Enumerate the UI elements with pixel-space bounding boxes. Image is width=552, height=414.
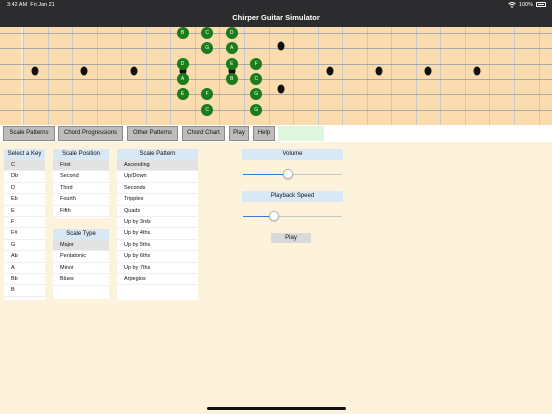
note-marker[interactable]: G	[250, 88, 263, 101]
list-item[interactable]: F#	[4, 228, 45, 240]
string-line	[0, 94, 552, 96]
list-item[interactable]: Db	[4, 171, 45, 183]
key-panel: Select a Key C Db D Eb E F F# G Ab A Bb B	[4, 149, 45, 300]
scale-patterns-button[interactable]: Scale Patterns	[3, 126, 55, 141]
string-line	[0, 109, 552, 111]
note-marker[interactable]: A	[176, 72, 189, 85]
note-marker[interactable]: D	[176, 57, 189, 70]
note-marker[interactable]: F	[250, 57, 263, 70]
fret-inlay-dot	[375, 66, 383, 76]
string-line	[0, 63, 552, 65]
app-title: Chirper Guitar Simulator	[0, 9, 552, 27]
list-item[interactable]: Bb	[4, 274, 45, 286]
list-item[interactable]: A	[4, 263, 45, 274]
status-bar: 3:42 AM Fri Jan 21 100%	[0, 0, 552, 9]
key-panel-header: Select a Key	[4, 149, 45, 160]
note-marker[interactable]: C	[201, 27, 214, 39]
note-marker[interactable]: B	[176, 27, 189, 39]
volume-slider[interactable]	[243, 169, 342, 179]
toolbar: Scale Patterns Chord Progressions Other …	[0, 125, 552, 142]
fret-inlay-dot	[424, 66, 432, 76]
chord-chart-button[interactable]: Chord Chart	[182, 126, 225, 141]
battery-percent: 100%	[518, 1, 533, 8]
list-item[interactable]: E	[4, 206, 45, 217]
string-line	[0, 78, 552, 80]
pattern-panel: Scale Pattern Ascending Up/Down Seconds Tri…	[117, 149, 198, 300]
list-item[interactable]: Minor	[53, 263, 109, 275]
list-item[interactable]: C	[4, 160, 45, 172]
list-item[interactable]: Tripples	[117, 194, 198, 206]
fret-inlay-dot	[473, 66, 481, 76]
note-marker[interactable]: D	[225, 27, 238, 39]
list-item[interactable]: Fourth	[53, 194, 109, 206]
list-item[interactable]: Up/Down	[117, 171, 198, 183]
list-item[interactable]: Eb	[4, 194, 45, 206]
playback-speed-slider-thumb[interactable]	[268, 211, 279, 221]
list-item[interactable]: Second	[53, 171, 109, 183]
fretboard[interactable]: BCDGADEFABCEFGCG	[0, 27, 552, 125]
list-item[interactable]: Pentatonic	[53, 251, 109, 263]
list-item[interactable]: Major	[53, 240, 109, 252]
string-line	[0, 33, 552, 34]
home-indicator	[207, 407, 346, 410]
status-time: 3:42 AM	[7, 1, 28, 8]
list-item[interactable]: Up by 7ths	[117, 263, 198, 274]
fret-inlay-dot	[326, 66, 334, 76]
play-toolbar-button[interactable]: Play	[229, 126, 249, 141]
list-item[interactable]: Up by 4ths	[117, 228, 198, 240]
chord-progressions-button[interactable]: Chord Progressions	[58, 126, 123, 141]
playback-speed-label: Playback Speed	[242, 191, 343, 202]
help-button[interactable]: Help	[253, 126, 275, 141]
note-marker[interactable]: E	[225, 57, 238, 70]
wifi-icon	[508, 1, 516, 8]
list-item[interactable]: D	[4, 183, 45, 195]
position-panel-header: Scale Position	[53, 149, 109, 160]
list-item[interactable]: Blues	[53, 274, 109, 286]
position-list: First Second Third Fourth Fifth	[53, 160, 109, 217]
list-item[interactable]: Quads	[117, 206, 198, 217]
fret-inlay-dot	[130, 66, 137, 76]
list-item[interactable]: First	[53, 160, 109, 172]
fret-inlay-dot	[277, 41, 285, 51]
note-marker[interactable]: A	[225, 42, 238, 55]
type-panel: Scale Type Major Pentatonic Minor Blues	[53, 229, 109, 299]
list-item[interactable]: Fifth	[53, 206, 109, 217]
list-item[interactable]: Ascending	[117, 160, 198, 172]
play-button[interactable]: Play	[271, 233, 311, 243]
fret-inlay-dot	[31, 66, 39, 76]
fret-inlay-dot	[80, 66, 88, 76]
list-item[interactable]: Arpegios	[117, 274, 198, 286]
note-marker[interactable]: E	[176, 88, 189, 101]
note-marker[interactable]: F	[201, 88, 214, 101]
note-marker[interactable]: C	[201, 103, 214, 116]
fret-inlay-dot	[277, 84, 285, 94]
key-list: C Db D Eb E F F# G Ab A Bb B	[4, 160, 45, 297]
note-marker[interactable]: B	[225, 72, 238, 85]
volume-label: Volume	[242, 149, 343, 160]
battery-icon	[536, 2, 546, 7]
list-item[interactable]: Up by 3rds	[117, 217, 198, 229]
pattern-panel-header: Scale Pattern	[117, 149, 198, 160]
list-item[interactable]: Up by 5ths	[117, 240, 198, 252]
list-item[interactable]: Up by 6ths	[117, 251, 198, 263]
note-marker[interactable]: C	[250, 72, 263, 85]
pattern-list: Ascending Up/Down Seconds Tripples Quads Up b…	[117, 160, 198, 286]
toolbar-status-indicator	[278, 126, 324, 141]
string-line	[0, 48, 552, 50]
status-date: Fri Jan 21	[30, 1, 55, 8]
type-list: Major Pentatonic Minor Blues	[53, 240, 109, 286]
list-item[interactable]: F	[4, 217, 45, 229]
note-marker[interactable]: G	[201, 42, 214, 55]
note-marker[interactable]: G	[250, 103, 263, 116]
list-item[interactable]: Third	[53, 183, 109, 195]
list-item[interactable]: G	[4, 240, 45, 252]
position-panel: Scale Position First Second Third Fourth Fif…	[53, 149, 109, 218]
list-item[interactable]: Ab	[4, 251, 45, 263]
playback-speed-slider[interactable]	[243, 211, 342, 221]
list-item[interactable]: Seconds	[117, 183, 198, 195]
list-item[interactable]: B	[4, 285, 45, 297]
other-patterns-button[interactable]: Other Patterns	[127, 126, 178, 141]
volume-slider-thumb[interactable]	[282, 169, 293, 179]
type-panel-header: Scale Type	[53, 229, 109, 240]
